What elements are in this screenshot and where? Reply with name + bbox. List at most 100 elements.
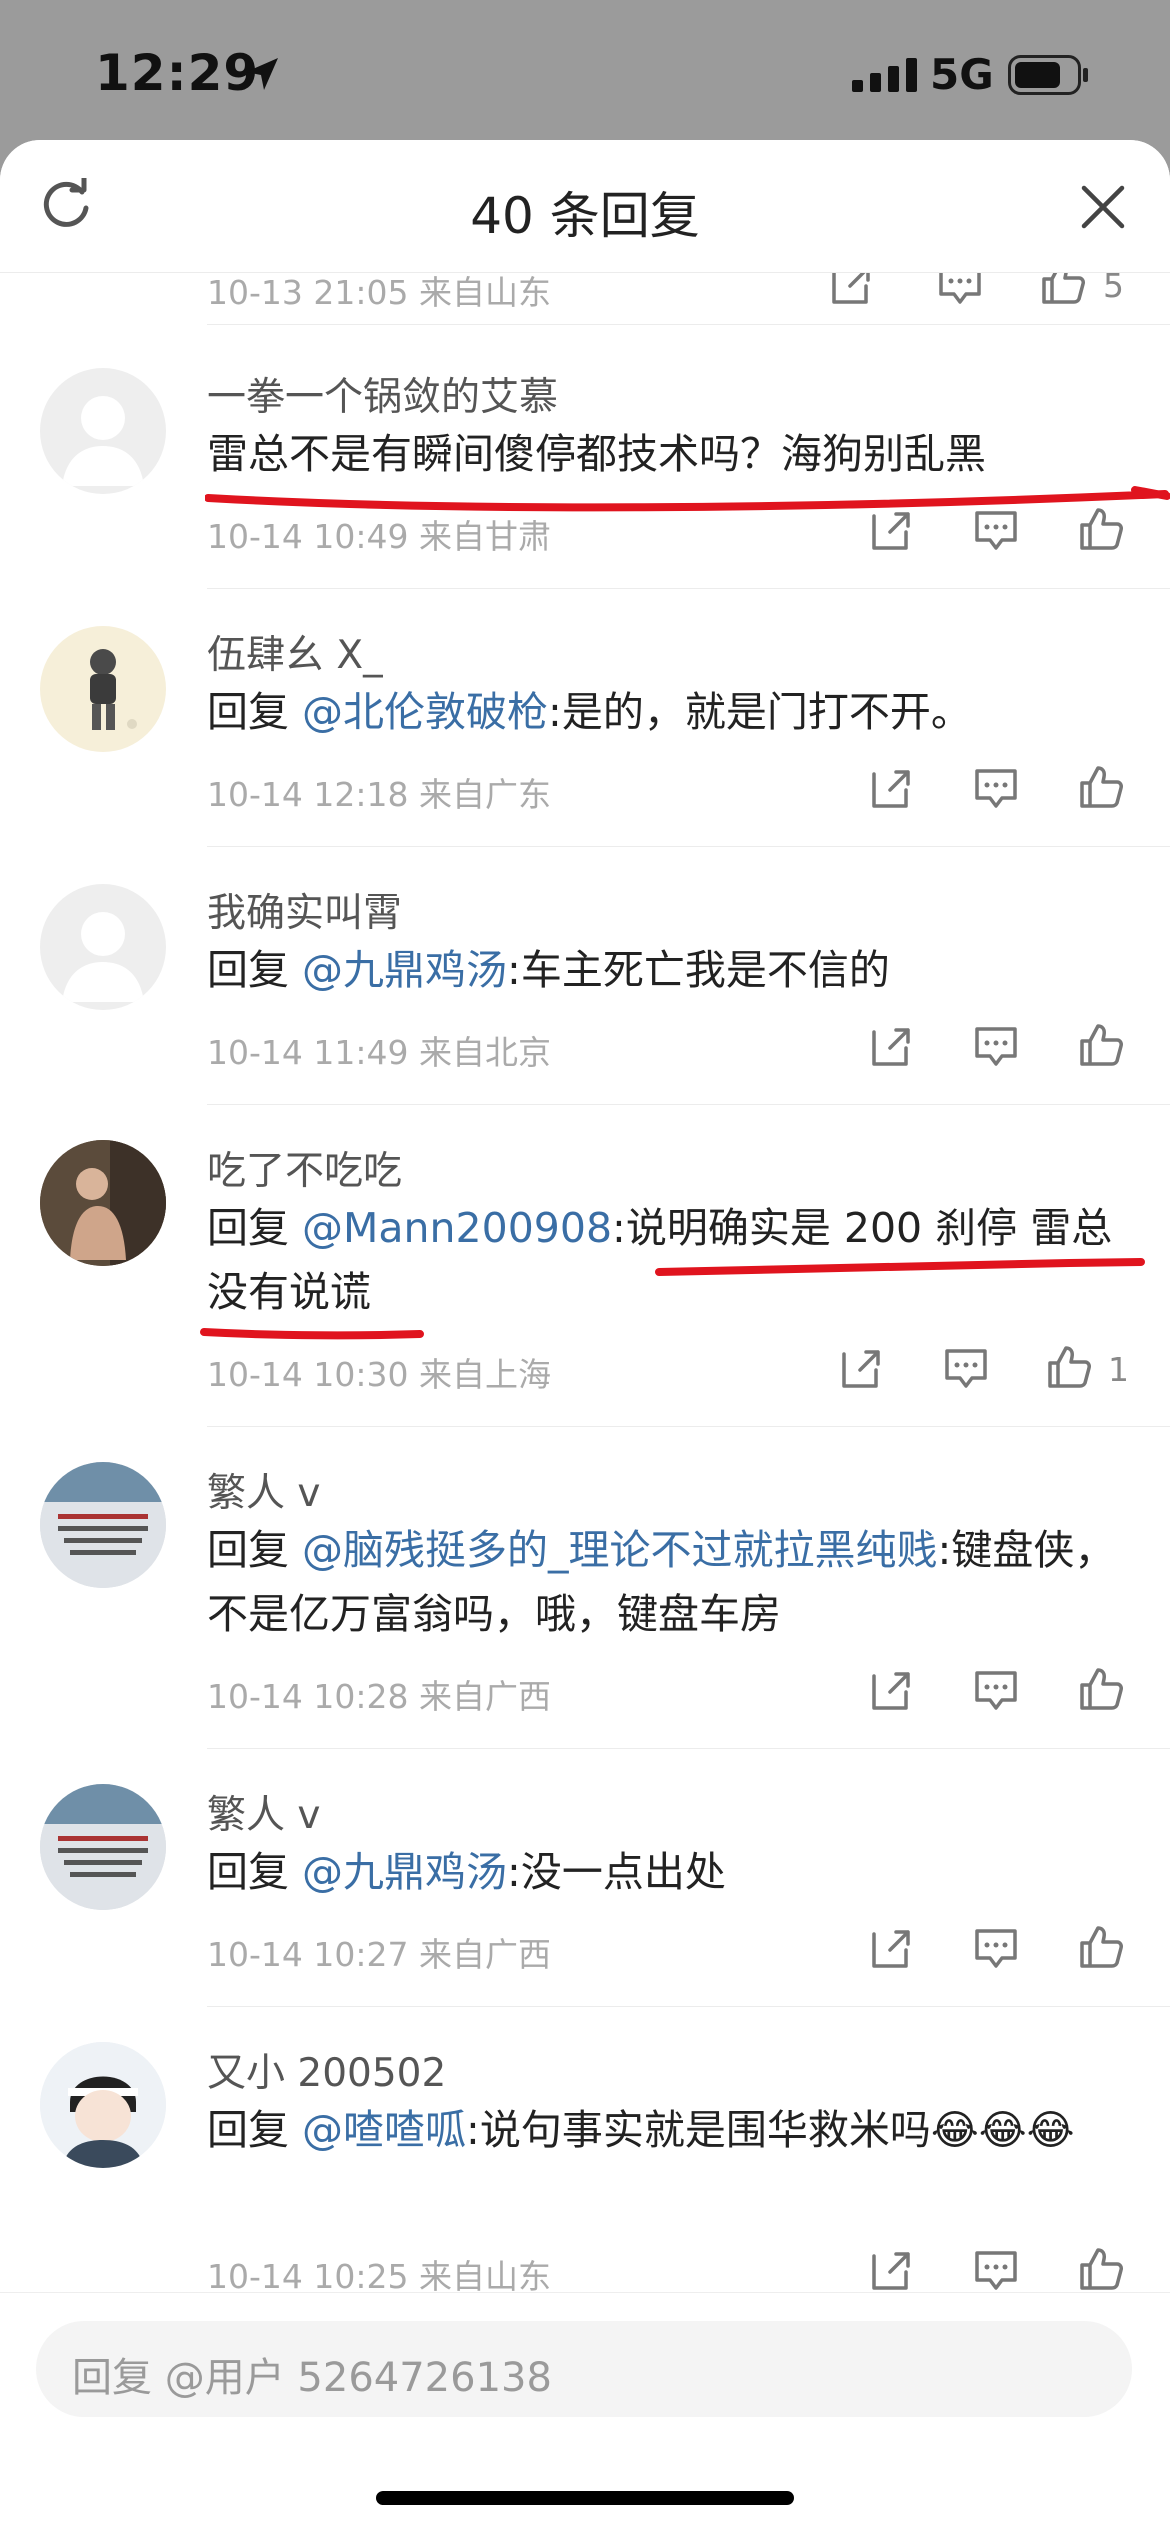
like-icon[interactable] (1078, 1022, 1124, 1068)
network-type: 5G (930, 50, 994, 99)
comment-icon[interactable] (974, 1926, 1018, 1970)
divider (207, 324, 1170, 325)
mention-link[interactable]: @Mann200908 (302, 1204, 612, 1252)
status-time: 12:29 (95, 44, 260, 102)
comment-item-partial: 10-13 21:05 来自山东 5 (0, 272, 1170, 332)
page-title: 40 条回复 (470, 187, 700, 245)
comment-item: 吃了不吃吃 回复 @Mann200908:说明确实是 200 刹停 雷总没有说谎… (0, 1106, 1170, 1428)
red-underline-annotation (200, 1328, 424, 1340)
default-avatar-icon (62, 912, 144, 1002)
comment-text: 雷总不是有瞬间傻停都技术吗？海狗别乱黑 (207, 422, 1137, 486)
comment-text: 回复 @脑残挺多的_理论不过就拉黑纯贱:键盘侠，不是亿万富翁吗，哦，键盘车房 (207, 1518, 1137, 1646)
comment-meta: 10-14 11:49 来自北京 (207, 1033, 551, 1072)
forward-icon[interactable] (870, 508, 914, 552)
like-icon[interactable] (1078, 1666, 1124, 1712)
username[interactable]: 又小 200502 (207, 2042, 446, 2098)
comment-icon[interactable] (944, 1346, 988, 1390)
comment-icon[interactable] (938, 272, 982, 306)
comment-body: 雷总不是有瞬间傻停都技术吗？海狗别乱黑 (207, 430, 986, 478)
location-arrow-icon (246, 58, 278, 90)
forward-icon[interactable] (870, 766, 914, 810)
username[interactable]: 吃了不吃吃 (207, 1140, 402, 1196)
battery-icon (1008, 55, 1088, 95)
reply-bar: 回复 @用户 5264726138 (0, 2292, 1170, 2532)
reply-prefix: 回复 (207, 1848, 303, 1896)
home-indicator[interactable] (376, 2491, 794, 2505)
divider (207, 1104, 1170, 1105)
comment-item: 又小 200502 回复 @喳喳呱:说句事实就是围华救米吗😂😂😂 10-14 1… (0, 2008, 1170, 2338)
avatar[interactable] (40, 626, 166, 752)
mention-link[interactable]: @北伦敦破枪 (302, 688, 548, 736)
username[interactable]: 一拳一个锅敛的艾慕 (207, 366, 558, 422)
forward-icon[interactable] (830, 272, 874, 306)
divider (207, 846, 1170, 847)
mention-link[interactable]: @九鼎鸡汤 (302, 1848, 507, 1896)
like-icon[interactable] (1040, 272, 1086, 306)
mention-link[interactable]: @脑残挺多的_理论不过就拉黑纯贱 (302, 1526, 938, 1574)
reply-prefix: 回复 (207, 946, 303, 994)
comment-meta: 10-14 10:28 来自广西 (207, 1677, 551, 1716)
forward-icon[interactable] (870, 1668, 914, 1712)
mention-link[interactable]: @喳喳呱 (302, 2106, 466, 2154)
comment-meta: 10-14 10:27 来自广西 (207, 1935, 551, 1974)
comment-list[interactable]: 10-13 21:05 来自山东 5 一拳一个锅敛的艾慕 雷总不是有瞬间傻停都技… (0, 272, 1170, 2427)
avatar[interactable] (40, 1784, 166, 1910)
comment-meta: 10-14 10:30 来自上海 (207, 1355, 551, 1394)
comment-icon[interactable] (974, 508, 1018, 552)
divider (207, 1426, 1170, 1427)
username[interactable]: 繁人 v (207, 1462, 320, 1518)
sheet-header: 40 条回复 (0, 140, 1170, 273)
comment-meta: 10-14 10:49 来自甘肃 (207, 517, 551, 556)
like-icon[interactable] (1046, 1344, 1092, 1390)
forward-icon[interactable] (840, 1346, 884, 1390)
username[interactable]: 繁人 v (207, 1784, 320, 1840)
reply-prefix: 回复 (207, 2106, 303, 2154)
comment-body: :是的，就是门打不开。 (548, 688, 972, 736)
comment-icon[interactable] (974, 2248, 1018, 2292)
avatar[interactable] (40, 884, 166, 1010)
red-underline-annotation (655, 1258, 1145, 1276)
forward-icon[interactable] (870, 1024, 914, 1068)
like-count: 5 (1103, 272, 1124, 305)
comment-text: 回复 @九鼎鸡汤:没一点出处 (207, 1840, 1137, 1904)
mention-link[interactable]: @九鼎鸡汤 (302, 946, 507, 994)
default-avatar-icon (62, 396, 144, 486)
forward-icon[interactable] (870, 2248, 914, 2292)
comment-icon[interactable] (974, 1668, 1018, 1712)
comment-text: 回复 @喳喳呱:说句事实就是围华救米吗😂😂😂 (207, 2098, 1137, 2162)
comment-body: :说句事实就是围华救米吗😂😂😂 (466, 2106, 1075, 2154)
comment-text: 回复 @北伦敦破枪:是的，就是门打不开。 (207, 680, 1137, 744)
avatar[interactable] (40, 368, 166, 494)
comment-item: 繁人 v 回复 @九鼎鸡汤:没一点出处 10-14 10:27 来自广西 (0, 1750, 1170, 2008)
signal-icon (852, 58, 917, 92)
like-icon[interactable] (1078, 1924, 1124, 1970)
comment-item: 伍肆幺 X_ 回复 @北伦敦破枪:是的，就是门打不开。 10-14 12:18 … (0, 590, 1170, 848)
reply-input[interactable]: 回复 @用户 5264726138 (36, 2321, 1132, 2417)
comment-icon[interactable] (974, 766, 1018, 810)
comment-item: 繁人 v 回复 @脑残挺多的_理论不过就拉黑纯贱:键盘侠，不是亿万富翁吗，哦，键… (0, 1428, 1170, 1750)
avatar[interactable] (40, 1140, 166, 1266)
comment-item: 我确实叫霄 回复 @九鼎鸡汤:车主死亡我是不信的 10-14 11:49 来自北… (0, 848, 1170, 1106)
like-count: 1 (1108, 1350, 1129, 1389)
like-icon[interactable] (1078, 764, 1124, 810)
text-avatar-icon (40, 1784, 166, 1910)
divider (207, 2006, 1170, 2007)
like-icon[interactable] (1078, 2246, 1124, 2292)
username[interactable]: 我确实叫霄 (207, 882, 402, 938)
replies-sheet: 40 条回复 10-13 21:05 来自山东 5 一拳一个锅敛的艾慕 雷总不是… (0, 140, 1170, 2532)
avatar[interactable] (40, 1462, 166, 1588)
avatar[interactable] (40, 2042, 166, 2168)
anime-avatar-icon (40, 2042, 166, 2168)
comment-meta: 10-13 21:05 来自山东 (207, 273, 551, 312)
divider (207, 588, 1170, 589)
comment-meta: 10-14 10:25 来自山东 (207, 2257, 551, 2296)
reply-placeholder: 回复 @用户 5264726138 (72, 2355, 552, 2401)
cartoon-avatar-icon (90, 649, 137, 730)
like-icon[interactable] (1078, 506, 1124, 552)
reply-prefix: 回复 (207, 688, 303, 736)
comment-icon[interactable] (974, 1024, 1018, 1068)
username[interactable]: 伍肆幺 X_ (207, 624, 383, 680)
close-icon[interactable] (1080, 184, 1126, 230)
forward-icon[interactable] (870, 1926, 914, 1970)
comment-text: 回复 @九鼎鸡汤:车主死亡我是不信的 (207, 938, 1137, 1002)
